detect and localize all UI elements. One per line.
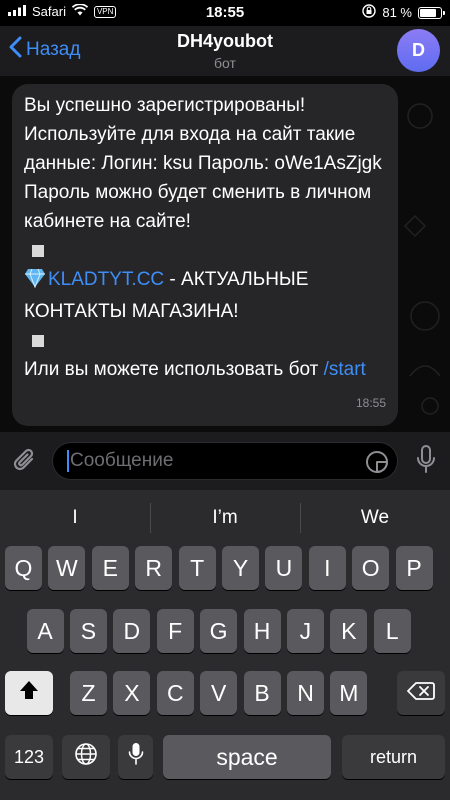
back-chevron-icon (8, 36, 26, 64)
shop-link[interactable]: KLADTYT.CC (48, 269, 164, 290)
back-button[interactable]: Назад (8, 36, 80, 64)
message-line-square-2 (24, 326, 386, 355)
space-key[interactable]: space (163, 735, 331, 779)
square-glyph-icon (32, 335, 44, 347)
key-t[interactable]: T (178, 546, 216, 590)
gem-icon (24, 268, 46, 297)
key-a[interactable]: A (26, 609, 64, 653)
key-r[interactable]: R (135, 546, 173, 590)
key-q[interactable]: Q (5, 546, 42, 590)
key-h[interactable]: H (243, 609, 281, 653)
key-z[interactable]: Z (70, 671, 107, 715)
return-key[interactable]: return (342, 735, 445, 779)
message-input[interactable]: Сообщение (52, 442, 398, 480)
bot-text: Или вы можете использовать бот (24, 359, 324, 380)
status-right: 81 % (362, 4, 445, 21)
globe-key[interactable] (62, 735, 110, 779)
onscreen-keyboard: I I’m We Q W E R T Y U I O P A S D F G H J K L Z X C V B N M 123 sp… (0, 490, 450, 800)
key-n[interactable]: N (287, 671, 324, 715)
key-y[interactable]: Y (222, 546, 259, 590)
shift-icon (18, 679, 40, 707)
sticker-icon[interactable] (365, 450, 389, 479)
key-k[interactable]: K (330, 609, 368, 653)
vpn-badge: VPN (93, 5, 117, 18)
square-glyph-icon (32, 245, 44, 257)
key-o[interactable]: O (352, 546, 390, 590)
microphone-icon[interactable] (416, 445, 436, 480)
key-f[interactable]: F (156, 609, 194, 653)
message-line-password-note: Пароль можно будет сменить в личном каби… (24, 182, 372, 232)
lock-rotation-icon (362, 4, 377, 21)
message-line-contacts: KLADTYT.CC - АКТУАЛЬНЫЕ КОНТАКТЫ МАГАЗИН… (24, 265, 386, 326)
key-l[interactable]: L (373, 609, 411, 653)
start-command-link[interactable]: /start (324, 359, 366, 380)
battery-percent: 81 % (382, 5, 412, 20)
message-bubble: Вы успешно зарегистрированы! Используйте… (12, 84, 398, 426)
message-placeholder: Сообщение (70, 450, 174, 471)
message-line-bot: Или вы можете использовать бот /start (24, 355, 386, 384)
key-i[interactable]: I (308, 546, 346, 590)
avatar[interactable]: D (397, 29, 440, 72)
status-bar: Safari VPN 18:55 81 % (0, 0, 450, 26)
back-label: Назад (26, 39, 81, 60)
keyboard-mic-icon (128, 742, 144, 772)
key-c[interactable]: C (156, 671, 194, 715)
carrier-label: Safari (32, 4, 66, 19)
signal-icon (8, 4, 26, 19)
wifi-icon (71, 3, 89, 19)
suggestion-1[interactable]: I (0, 507, 150, 529)
globe-icon (74, 742, 98, 772)
numbers-key[interactable]: 123 (5, 735, 53, 779)
text-caret (67, 450, 69, 472)
key-w[interactable]: W (48, 546, 86, 590)
message-line-credentials: Используйте для входа на сайт такие данн… (24, 124, 382, 174)
key-x[interactable]: X (113, 671, 151, 715)
suggestion-3[interactable]: We (300, 503, 450, 533)
message-input-bar: Сообщение (0, 432, 450, 490)
chat-area: Вы успешно зарегистрированы! Используйте… (0, 76, 450, 432)
message-time: 18:55 (355, 396, 386, 410)
status-left: Safari VPN (8, 3, 117, 19)
chat-header: Назад DH4youbot бот D (0, 26, 450, 76)
suggestion-2[interactable]: I’m (150, 503, 300, 533)
key-u[interactable]: U (265, 546, 303, 590)
key-d[interactable]: D (113, 609, 151, 653)
key-g[interactable]: G (200, 609, 238, 653)
suggestion-bar: I I’m We (0, 490, 450, 546)
shift-key[interactable] (5, 671, 53, 715)
key-e[interactable]: E (91, 546, 129, 590)
message-line-registered: Вы успешно зарегистрированы! (24, 95, 306, 116)
key-s[interactable]: S (69, 609, 107, 653)
key-m[interactable]: M (330, 671, 368, 715)
paperclip-icon[interactable] (12, 446, 38, 481)
battery-icon (418, 6, 445, 19)
backspace-key[interactable] (397, 671, 445, 715)
dictation-key[interactable] (118, 735, 153, 779)
key-p[interactable]: P (395, 546, 433, 590)
key-v[interactable]: V (200, 671, 238, 715)
key-j[interactable]: J (286, 609, 324, 653)
message-line-square-1 (24, 236, 386, 265)
backspace-icon (407, 680, 435, 707)
key-b[interactable]: B (243, 671, 281, 715)
